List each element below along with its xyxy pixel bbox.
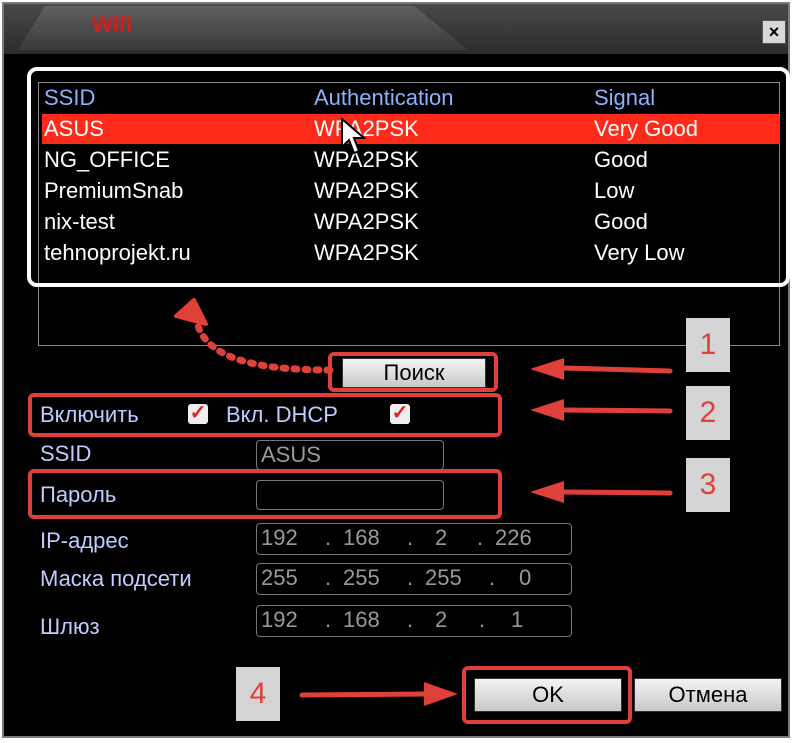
mask-label: Маска подсети [40,566,192,591]
dot-separator: . [325,607,332,632]
mask-octet[interactable]: 0 [519,565,531,591]
arrow-2-icon [530,399,673,421]
arrow-1-icon [530,358,673,380]
arrow-3-icon [530,481,673,503]
arrow-4-icon [299,682,458,706]
ip-field[interactable]: 192 . 168 . 2 . 226 [256,523,572,555]
mask-octet[interactable]: 255 [261,565,298,591]
annotation-badge-3: 3 [686,458,730,512]
dot-separator: . [479,607,486,632]
enable-checkbox[interactable]: ✓ [188,402,208,424]
ip-octet[interactable]: 2 [435,525,447,551]
checkmark-icon: ✓ [391,402,409,424]
ip-octet[interactable]: 226 [495,525,532,551]
close-icon[interactable]: × [762,20,786,44]
ssid-field[interactable]: ASUS [256,440,444,470]
ok-button[interactable]: OK [474,678,622,712]
password-field[interactable] [256,480,444,510]
gateway-octet[interactable]: 2 [435,607,447,633]
ip-octet[interactable]: 192 [261,525,298,551]
password-label: Пароль [40,482,117,507]
mask-field[interactable]: 255 . 255 . 255 . 0 [256,563,572,595]
dot-separator: . [407,607,414,632]
enable-label: Включить [40,402,139,427]
gateway-octet[interactable]: 192 [261,607,298,633]
dot-separator: . [325,565,332,590]
gateway-label: Шлюз [40,614,100,639]
gateway-field[interactable]: 192 . 168 . 2 . 1 [256,605,572,637]
mouse-cursor-icon [341,117,366,155]
dot-separator: . [407,525,414,550]
ssid-label: SSID [40,441,92,466]
search-button[interactable]: Поиск [342,358,486,388]
mask-octet[interactable]: 255 [343,565,380,591]
annotation-badge-4: 4 [236,667,280,721]
ip-octet[interactable]: 168 [343,525,380,551]
gateway-octet[interactable]: 1 [511,607,523,633]
cancel-button[interactable]: Отмена [634,678,782,712]
title-tab [18,6,468,50]
mask-octet[interactable]: 255 [425,565,462,591]
list-highlight-frame [27,67,790,287]
dot-separator: . [407,565,414,590]
checkmark-icon: ✓ [189,402,207,424]
dhcp-checkbox[interactable]: ✓ [390,402,410,424]
ip-label: IP-адрес [40,528,129,553]
annotation-badge-2: 2 [686,386,730,440]
dot-separator: . [489,565,496,590]
dhcp-label: Вкл. DHCP [226,402,338,427]
dot-separator: . [477,525,484,550]
title-bar: Wifi × [4,4,788,54]
annotation-badge-1: 1 [686,318,730,372]
window-title: Wifi [92,12,133,37]
dotted-arrow-icon [174,298,334,374]
dot-separator: . [325,525,332,550]
gateway-octet[interactable]: 168 [343,607,380,633]
